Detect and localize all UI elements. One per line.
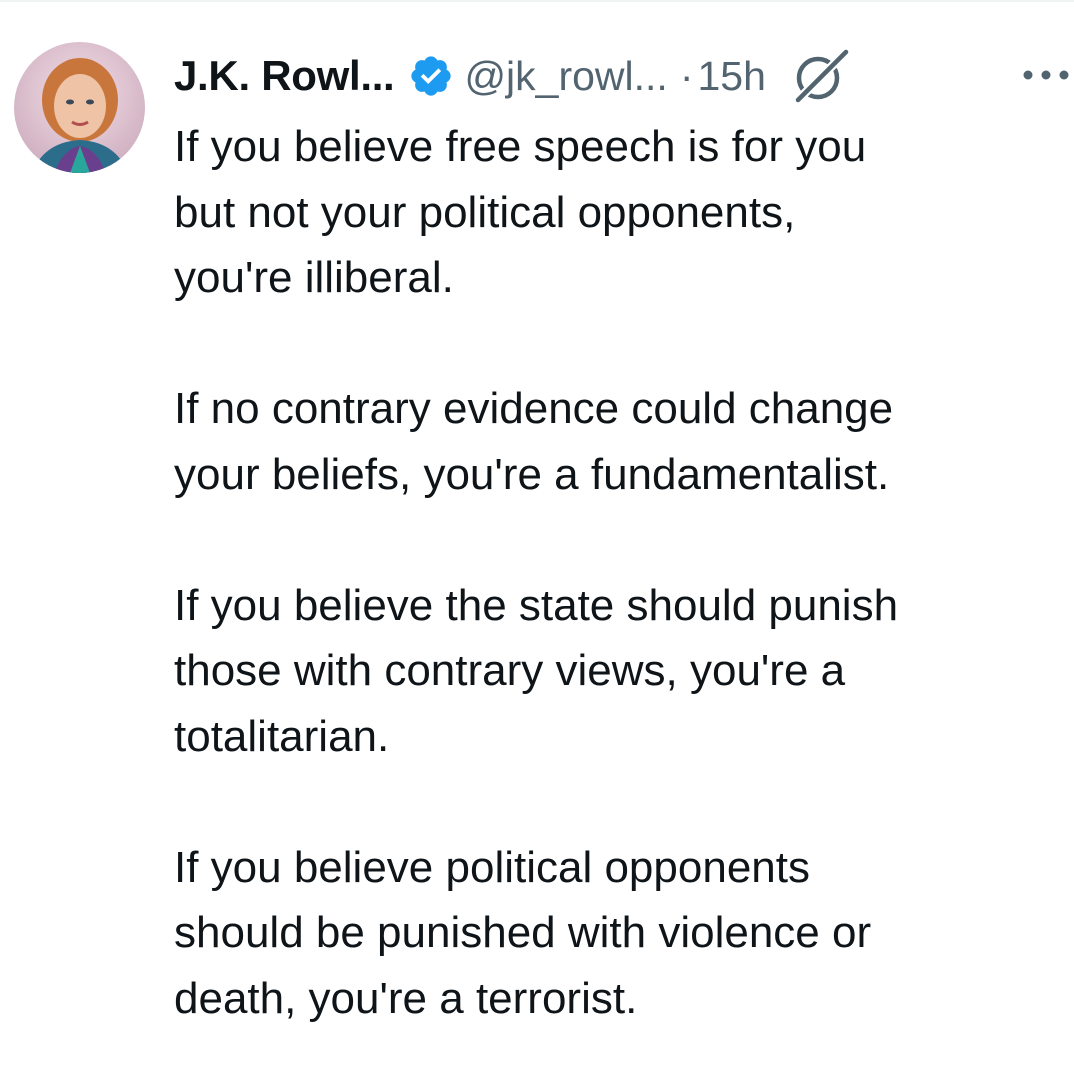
- tweet-header: J.K. Rowl... @jk_rowl... · 15h: [174, 46, 1064, 106]
- avatar-photo: [14, 42, 145, 173]
- verified-badge-icon: [408, 53, 454, 99]
- tweet-text: If you believe free speech is for you bu…: [174, 122, 899, 1023]
- author-handle[interactable]: @jk_rowl...: [464, 53, 667, 100]
- grok-icon[interactable]: [788, 44, 852, 108]
- avatar[interactable]: [14, 42, 145, 173]
- top-divider: [0, 0, 1074, 2]
- timestamp[interactable]: 15h: [697, 53, 765, 100]
- more-options-icon[interactable]: [1014, 60, 1074, 90]
- author-display-name[interactable]: J.K. Rowl...: [174, 52, 395, 100]
- separator-dot: ·: [679, 52, 694, 99]
